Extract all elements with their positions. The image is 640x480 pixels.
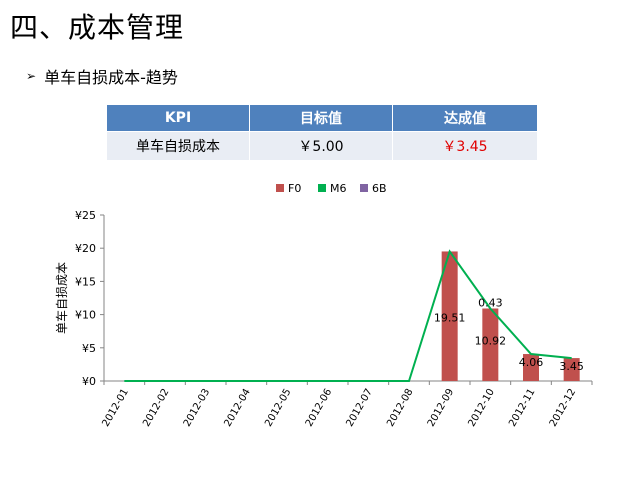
data-label: 10.92 [475,334,507,347]
kpi-header-row: KPI 目标值 达成值 [106,104,538,132]
kpi-table: KPI 目标值 达成值 单车自损成本 ￥5.00 ￥3.45 [106,104,538,161]
x-tick-label: 2012-09 [426,387,456,429]
x-tick-label: 2012-01 [101,387,131,429]
y-tick-label: ¥0 [82,375,96,388]
data-label: 0.43 [478,296,503,309]
kpi-name-cell: 单车自损成本 [106,131,250,161]
subtitle-text: 单车自损成本-趋势 [44,68,178,87]
legend-label-m6: M6 [330,182,347,195]
x-tick-label: 2012-07 [345,387,375,429]
x-tick-label: 2012-11 [507,387,537,429]
kpi-header-kpi: KPI [106,104,250,132]
kpi-header-actual: 达成值 [392,104,538,132]
y-tick-label: ¥15 [75,275,96,288]
y-tick-label: ¥10 [75,309,96,322]
data-label: 4.06 [519,356,544,369]
x-tick-label: 2012-03 [182,387,212,429]
y-axis-label: 单车自损成本 [54,262,69,334]
subtitle: ➢ 单车自损成本-趋势 [26,64,178,88]
arrow-bullet-icon: ➢ [26,69,37,83]
kpi-target-cell: ￥5.00 [249,131,393,161]
x-tick-label: 2012-10 [467,387,497,429]
y-tick-label: ¥25 [75,209,96,222]
x-tick-label: 2012-12 [548,387,578,429]
line-m6 [124,249,572,382]
legend-label-6b: 6B [372,182,387,195]
kpi-header-target: 目标值 [249,104,393,132]
x-tick-label: 2012-02 [141,387,171,429]
x-tick-label: 2012-05 [263,387,293,429]
legend-swatch-6b [360,184,368,192]
x-tick-label: 2012-06 [304,387,334,429]
kpi-data-row: 单车自损成本 ￥5.00 ￥3.45 [106,131,538,161]
legend-swatch-m6 [318,184,326,192]
y-tick-label: ¥20 [75,242,96,255]
legend-label-f0: F0 [288,182,301,195]
data-label: 3.45 [559,360,584,373]
y-tick-label: ¥5 [82,342,96,355]
kpi-actual-cell: ￥3.45 [392,131,538,161]
x-tick-label: 2012-04 [223,387,253,429]
cost-trend-chart: ¥0 ¥5 ¥10 ¥15 ¥20 ¥25 单车自损成本 2012-01 2012-02 2012… [54,182,593,429]
data-label: 19.51 [434,311,466,324]
page-title: 四、成本管理 [10,11,185,44]
x-tick-label: 2012-08 [385,387,415,429]
legend-swatch-f0 [276,184,284,192]
